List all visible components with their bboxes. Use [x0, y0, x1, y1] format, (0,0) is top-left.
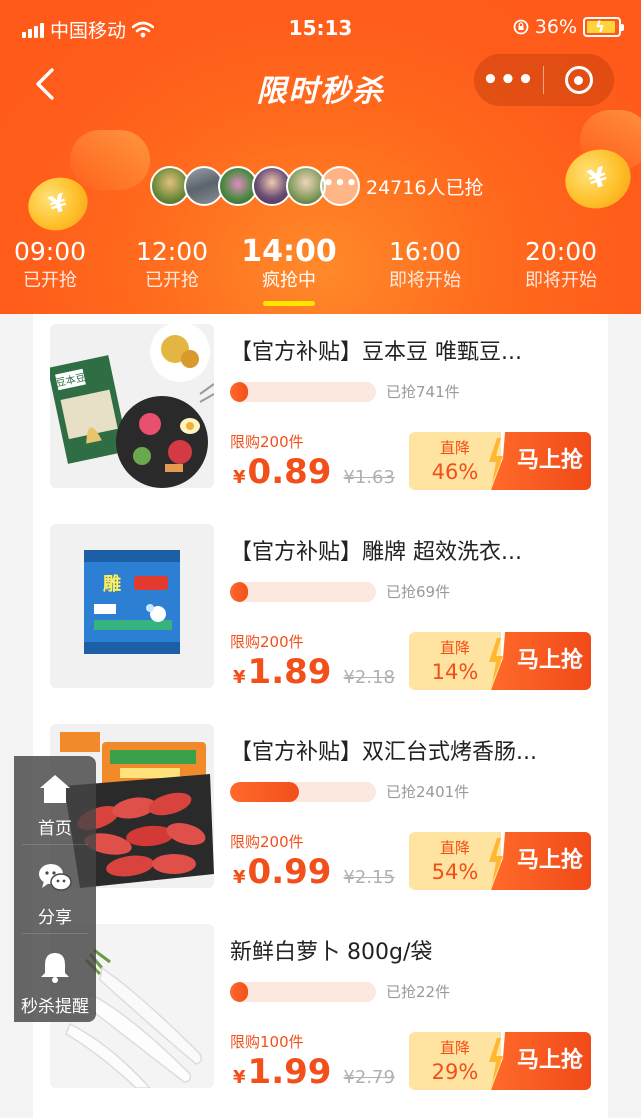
home-icon — [40, 775, 70, 803]
flash-price: 0.89 — [247, 452, 332, 492]
sold-progress — [230, 582, 376, 602]
float-nav-label: 分享 — [38, 908, 72, 928]
tab-1600[interactable]: 16:00 即将开始 — [365, 236, 485, 294]
currency-symbol: ¥ — [233, 667, 246, 688]
tab-time: 12:00 — [135, 237, 209, 266]
product-list: 豆本豆 【官方补贴】豆本豆 唯甄豆... 已抢741件 限购200件 ¥ 0.8… — [33, 314, 608, 1118]
tab-time: 09:00 — [13, 237, 87, 266]
product-title: 新鲜白萝卜 800g/袋 — [230, 940, 433, 965]
purchase-limit: 限购200件 — [230, 833, 304, 851]
buy-box: 直降 29% 马上抢 — [409, 1032, 591, 1090]
active-tab-indicator — [263, 301, 315, 306]
product-title: 【官方补贴】豆本豆 唯甄豆... — [230, 340, 522, 365]
lightning-icon — [489, 638, 503, 684]
sold-progress-fill — [230, 982, 248, 1002]
tab-time: 20:00 — [524, 237, 598, 266]
price-row: ¥ 1.89 ¥2.18 — [233, 652, 395, 692]
original-price: ¥2.15 — [343, 867, 395, 888]
buy-now-button[interactable]: 马上抢 — [491, 632, 591, 690]
float-nav-home[interactable]: 首页 — [14, 756, 96, 844]
target-icon — [564, 66, 593, 94]
currency-symbol: ¥ — [233, 867, 246, 888]
tab-status: 疯抢中 — [262, 270, 316, 291]
tab-2000[interactable]: 20:00 即将开始 — [501, 236, 621, 294]
sold-progress-fill — [230, 782, 299, 802]
more-participants-icon: ••• — [320, 166, 360, 206]
buy-box: 直降 46% 马上抢 — [409, 432, 591, 490]
product-image: 雕 — [50, 524, 214, 688]
sold-progress-fill — [230, 382, 248, 402]
sold-count: 已抢2401件 — [386, 783, 470, 801]
product-item[interactable]: 【官方补贴】双汇台式烤香肠... 已抢2401件 限购200件 ¥ 0.99 ¥… — [33, 714, 608, 914]
product-title: 【官方补贴】双汇台式烤香肠... — [230, 740, 537, 765]
float-nav-label: 秒杀提醒 — [21, 997, 89, 1017]
product-item[interactable]: 豆本豆 【官方补贴】豆本豆 唯甄豆... 已抢741件 限购200件 ¥ 0.8… — [33, 314, 608, 514]
product-title: 【官方补贴】雕牌 超效洗衣... — [230, 540, 522, 565]
floating-nav: 首页 分享 秒杀提醒 — [14, 756, 96, 1022]
tab-status: 即将开始 — [389, 270, 461, 291]
float-nav-reminder[interactable]: 秒杀提醒 — [14, 934, 96, 1022]
buy-now-button[interactable]: 马上抢 — [491, 432, 591, 490]
status-right: 36% ϟ — [513, 16, 624, 38]
sold-progress — [230, 782, 376, 802]
lightning-icon — [489, 1038, 503, 1084]
lightning-icon — [489, 838, 503, 884]
product-image: 豆本豆 — [50, 324, 214, 488]
sold-count: 已抢69件 — [386, 583, 451, 601]
flash-price: 0.99 — [247, 852, 332, 892]
tab-time: 14:00 — [241, 234, 337, 269]
float-nav-label: 首页 — [38, 819, 72, 839]
tab-status: 即将开始 — [525, 270, 597, 291]
sold-count: 已抢741件 — [386, 383, 460, 401]
flash-price: 1.99 — [247, 1052, 332, 1092]
battery-percent: 36% — [534, 16, 577, 38]
purchase-limit: 限购200件 — [230, 433, 304, 451]
buy-now-button[interactable]: 马上抢 — [491, 832, 591, 890]
original-price: ¥2.79 — [343, 1067, 395, 1088]
product-item[interactable]: 雕 【官方补贴】雕牌 超效洗衣... 已抢69件 限购200件 ¥ 1.89 ¥… — [33, 514, 608, 714]
tab-status: 已开抢 — [23, 270, 77, 291]
sold-progress-fill — [230, 582, 248, 602]
sold-progress — [230, 382, 376, 402]
svg-text:雕: 雕 — [103, 573, 121, 595]
nav-bar: 限时秒杀 ••• — [0, 50, 641, 120]
price-row: ¥ 0.89 ¥1.63 — [233, 452, 395, 492]
tab-1200[interactable]: 12:00 已开抢 — [112, 236, 232, 294]
product-item[interactable]: 新鲜白萝卜 800g/袋 已抢22件 限购100件 ¥ 1.99 ¥2.79 直… — [33, 914, 608, 1114]
more-button[interactable]: ••• — [474, 54, 543, 106]
status-bar: 中国移动 15:13 36% ϟ — [0, 0, 641, 50]
rotation-lock-icon — [513, 19, 529, 35]
original-price: ¥2.18 — [343, 667, 395, 688]
mini-program-capsule: ••• — [474, 54, 614, 106]
tab-time: 16:00 — [388, 237, 462, 266]
tab-0900[interactable]: 09:00 已开抢 — [0, 236, 110, 294]
time-tabs: 09:00 已开抢 12:00 已开抢 14:00 疯抢中 16:00 即将开始… — [0, 236, 641, 314]
grab-count: 24716人已抢 — [366, 176, 484, 199]
battery-icon: ϟ — [583, 17, 624, 37]
flash-price: 1.89 — [247, 652, 332, 692]
participants: ••• 24716人已抢 — [150, 166, 483, 206]
purchase-limit: 限购200件 — [230, 633, 304, 651]
header: ¥ ¥ 中国移动 15:13 36% ϟ 限时秒杀 ••• ••• 24716人… — [0, 0, 641, 314]
chat-icon — [39, 864, 72, 891]
currency-symbol: ¥ — [233, 1067, 246, 1088]
tab-1400[interactable]: 14:00 疯抢中 — [229, 236, 349, 294]
sold-progress — [230, 982, 376, 1002]
price-row: ¥ 0.99 ¥2.15 — [233, 852, 395, 892]
original-price: ¥1.63 — [343, 467, 395, 488]
purchase-limit: 限购100件 — [230, 1033, 304, 1051]
sold-count: 已抢22件 — [386, 983, 451, 1001]
buy-now-button[interactable]: 马上抢 — [491, 1032, 591, 1090]
float-nav-share[interactable]: 分享 — [14, 845, 96, 933]
close-button[interactable] — [544, 66, 613, 94]
buy-box: 直降 14% 马上抢 — [409, 632, 591, 690]
tab-status: 已开抢 — [145, 270, 199, 291]
currency-symbol: ¥ — [233, 467, 246, 488]
bell-icon — [41, 953, 69, 983]
price-row: ¥ 1.99 ¥2.79 — [233, 1052, 395, 1092]
lightning-icon — [489, 438, 503, 484]
coin-trail — [70, 130, 150, 190]
buy-box: 直降 54% 马上抢 — [409, 832, 591, 890]
